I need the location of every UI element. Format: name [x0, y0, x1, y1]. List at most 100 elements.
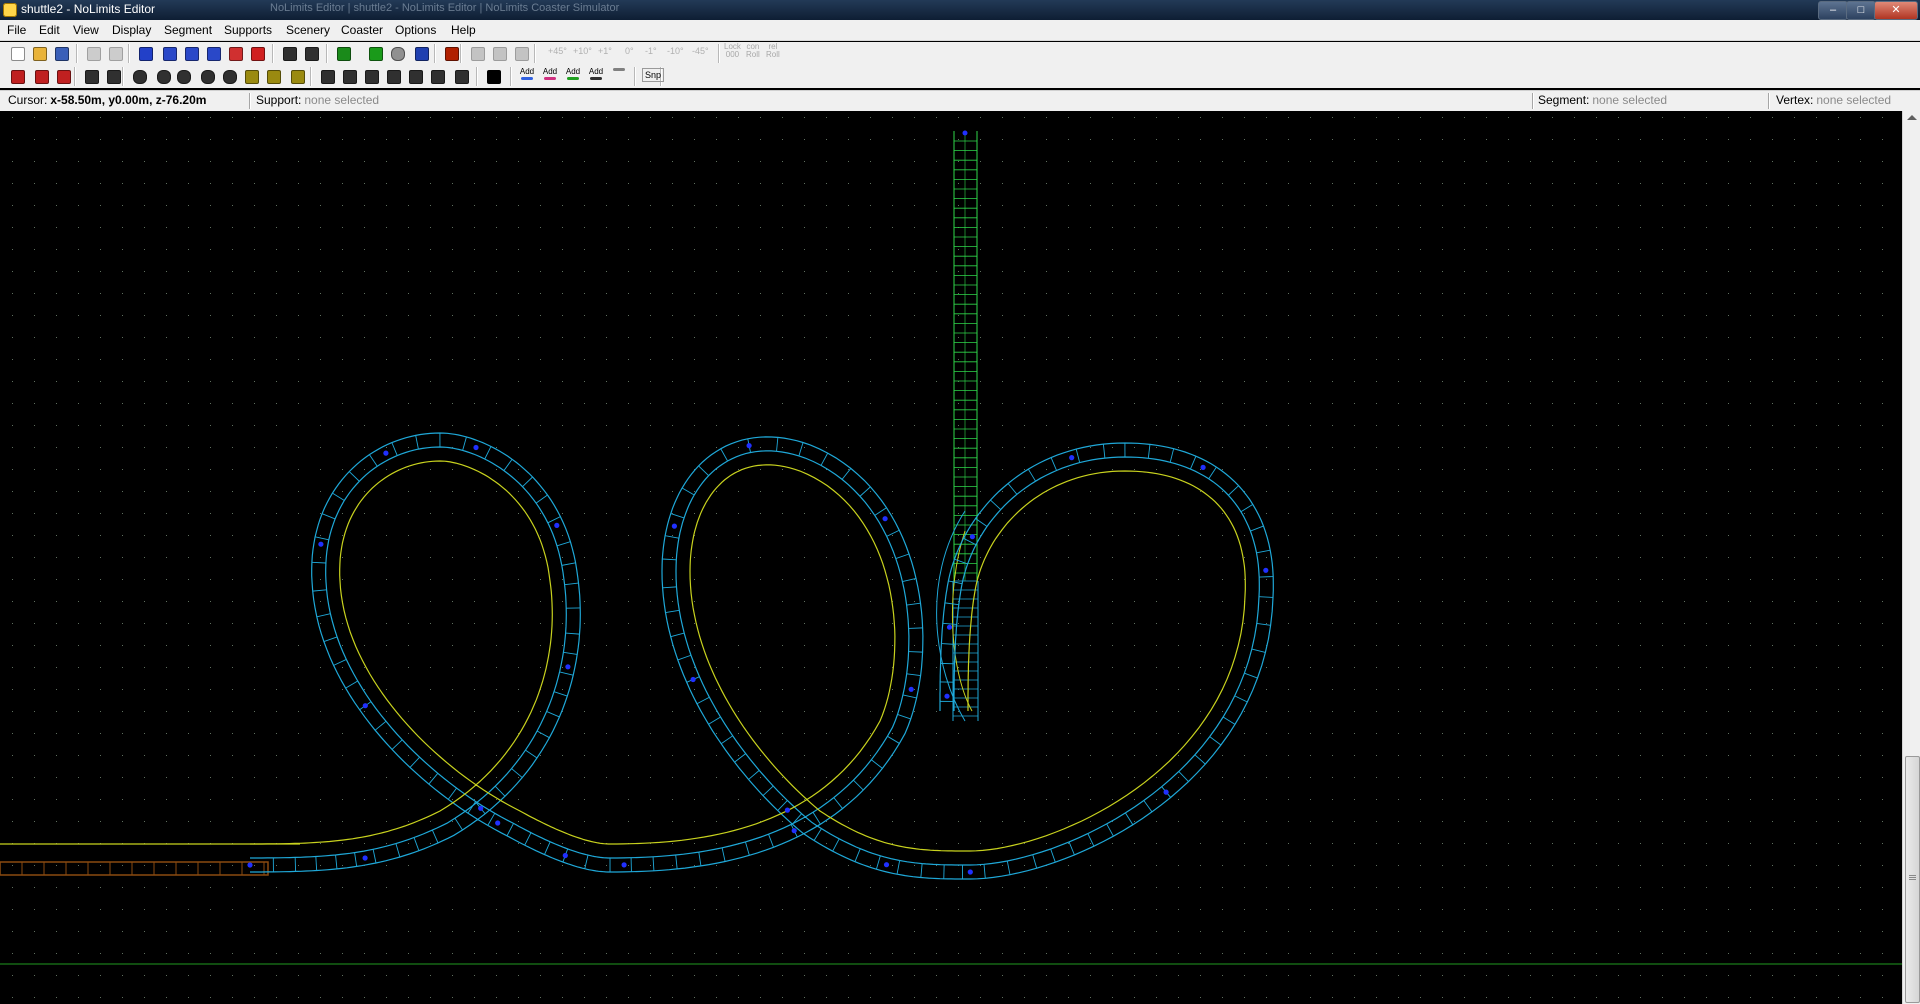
footer-block-button[interactable] [264, 67, 282, 85]
3d-view-button[interactable] [248, 44, 266, 62]
pillar-round-button[interactable] [130, 67, 148, 85]
remove-node-button[interactable] [302, 44, 320, 62]
add-node-button[interactable] [280, 44, 298, 62]
roll-button[interactable]: +45° [548, 46, 567, 56]
menu-supports[interactable]: Supports [224, 23, 272, 37]
align-button[interactable] [512, 44, 530, 62]
support-split-button[interactable] [428, 67, 446, 85]
menu-display[interactable]: Display [112, 23, 151, 37]
film-button[interactable] [442, 44, 460, 62]
pillar-oval-button[interactable] [154, 67, 172, 85]
support-leg-button[interactable] [318, 67, 336, 85]
toolbar-separator [634, 67, 636, 86]
support-split-icon [431, 70, 445, 84]
menu-scenery[interactable]: Scenery [286, 23, 330, 37]
add-element-button[interactable]: Add [564, 67, 582, 80]
track-vertex [883, 862, 890, 868]
measure-button[interactable] [288, 67, 306, 85]
toolbar-separator [718, 44, 720, 63]
track-vertex [478, 805, 484, 811]
panel-button[interactable] [468, 44, 486, 62]
segment-label: Segment: [1538, 93, 1590, 107]
footer-plate-button[interactable] [242, 67, 260, 85]
menu-view[interactable]: View [73, 23, 99, 37]
support-arch-button[interactable] [362, 67, 380, 85]
wave-track-button[interactable] [160, 44, 178, 62]
status-divider [1768, 93, 1770, 109]
scroll-thumb[interactable] [1905, 756, 1920, 1003]
add-element-button[interactable]: Add [541, 67, 559, 80]
footer-plate-icon [245, 70, 259, 84]
roll-mode-button[interactable]: con Roll [746, 43, 760, 59]
track-vertex [791, 828, 797, 834]
cylinder-wide-icon [201, 70, 215, 84]
support-end-button[interactable] [452, 67, 470, 85]
ruler-alt-icon [107, 70, 121, 84]
support-angle-button[interactable] [406, 67, 424, 85]
toolbar-separator [310, 67, 312, 86]
roll-button[interactable]: -45° [692, 46, 709, 56]
open-folder-button[interactable] [30, 44, 48, 62]
close-button[interactable]: ✕ [1874, 1, 1918, 20]
cylinder-button[interactable] [174, 67, 192, 85]
select-pointer-button[interactable] [484, 67, 502, 85]
track-vertex [495, 820, 501, 826]
menu-options[interactable]: Options [395, 23, 436, 37]
roll-button[interactable]: -1° [645, 46, 657, 56]
roll-button[interactable]: +10° [573, 46, 592, 56]
roll-button[interactable]: 0° [625, 46, 634, 56]
save-icon [55, 47, 69, 61]
menu-help[interactable]: Help [451, 23, 476, 37]
wave-track-icon [163, 47, 177, 61]
add-element-button[interactable]: Add [587, 67, 605, 80]
cylinder-flat-button[interactable] [220, 67, 238, 85]
roll-button[interactable]: +1° [598, 46, 612, 56]
menu-file[interactable]: File [7, 23, 26, 37]
track-vertex [690, 676, 696, 683]
track-canvas[interactable] [0, 111, 1902, 1004]
sphere-button[interactable] [388, 44, 406, 62]
station-button[interactable] [226, 44, 244, 62]
menu-coaster[interactable]: Coaster [341, 23, 383, 37]
roll-mode-button[interactable]: rel Roll [766, 43, 780, 59]
support-value: none selected [304, 93, 380, 107]
vertical-scrollbar[interactable] [1902, 111, 1920, 1004]
support-frame-button[interactable] [340, 67, 358, 85]
open-folder-icon [33, 47, 47, 61]
pencil-track-button[interactable] [8, 67, 26, 85]
new-file-button[interactable] [8, 44, 26, 62]
track-vertex [671, 523, 678, 529]
minimize-button[interactable]: – [1818, 1, 1848, 20]
toolbar-separator [534, 44, 536, 63]
roll-mode-button[interactable]: Lock 000 [724, 43, 741, 59]
terrain-map-button[interactable] [334, 44, 352, 62]
menu-segment[interactable]: Segment [164, 23, 212, 37]
roll-button[interactable]: -10° [667, 46, 684, 56]
snap-toggle[interactable]: Snp [642, 68, 665, 82]
ruler-alt-button[interactable] [104, 67, 122, 85]
add-element-button[interactable] [610, 67, 628, 71]
track-editor-viewport[interactable] [0, 111, 1902, 1004]
scroll-up-arrow-icon[interactable] [1907, 115, 1917, 120]
dip-track-button[interactable] [182, 44, 200, 62]
crosstie [1259, 576, 1274, 578]
redo-button[interactable] [106, 44, 124, 62]
track-grid-button[interactable] [136, 44, 154, 62]
add-element-button[interactable]: Add [518, 67, 536, 80]
cylinder-wide-button[interactable] [198, 67, 216, 85]
save-button[interactable] [52, 44, 70, 62]
redo-icon [109, 47, 123, 61]
coaster-car-button[interactable] [204, 44, 222, 62]
merge-button[interactable] [54, 67, 72, 85]
support-bent-button[interactable] [384, 67, 402, 85]
split-button[interactable] [32, 67, 50, 85]
gray-block-icon [493, 47, 507, 61]
traffic-light-button[interactable] [366, 44, 384, 62]
tent-button[interactable] [412, 44, 430, 62]
gray-block-button[interactable] [490, 44, 508, 62]
ruler-button[interactable] [82, 67, 100, 85]
undo-button[interactable] [84, 44, 102, 62]
support-frame-icon [343, 70, 357, 84]
menu-edit[interactable]: Edit [39, 23, 60, 37]
maximize-button[interactable]: □ [1846, 1, 1876, 20]
